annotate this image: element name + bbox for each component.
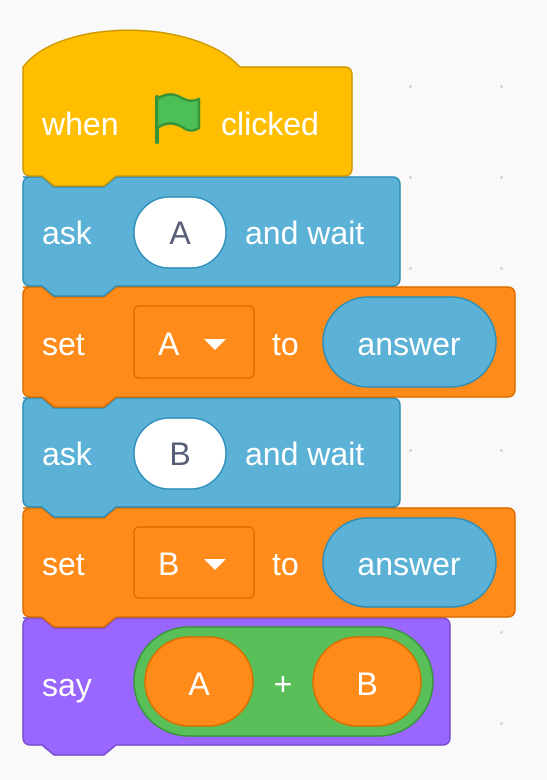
variable-dropdown[interactable] <box>133 305 255 379</box>
clicked-label: clicked <box>221 106 319 142</box>
ask-b-block[interactable]: ask B and wait <box>22 397 401 518</box>
text-input-value: B <box>169 436 190 472</box>
set-label: set <box>42 326 85 362</box>
variable-dropdown-value: A <box>158 326 180 362</box>
when-flag-clicked-hat-block[interactable]: when clicked <box>22 29 353 187</box>
say-block[interactable]: say A + B <box>22 617 451 756</box>
set-variable-b-block[interactable]: set B to answer <box>22 507 516 628</box>
code-workspace: say A + B set B to answer ask B and wait… <box>22 29 516 756</box>
set-label: set <box>42 546 85 582</box>
ask-label: ask <box>42 215 93 251</box>
set-variable-a-block[interactable]: set A to answer <box>22 286 516 408</box>
operator-right-label: B <box>356 666 377 702</box>
and-wait-label: and wait <box>245 436 364 472</box>
variable-dropdown[interactable] <box>133 526 255 599</box>
answer-reporter-label: answer <box>357 326 461 362</box>
when-label: when <box>41 106 119 142</box>
and-wait-label: and wait <box>245 215 364 251</box>
ask-label: ask <box>42 436 93 472</box>
ask-a-block[interactable]: ask A and wait <box>22 176 401 297</box>
to-label: to <box>272 326 299 362</box>
text-input-value: A <box>169 215 191 251</box>
operator-left-label: A <box>188 666 210 702</box>
to-label: to <box>272 546 299 582</box>
say-label: say <box>42 667 92 703</box>
variable-dropdown-value: B <box>158 546 179 582</box>
plus-operator-symbol: + <box>274 666 293 702</box>
answer-reporter-label: answer <box>357 546 461 582</box>
